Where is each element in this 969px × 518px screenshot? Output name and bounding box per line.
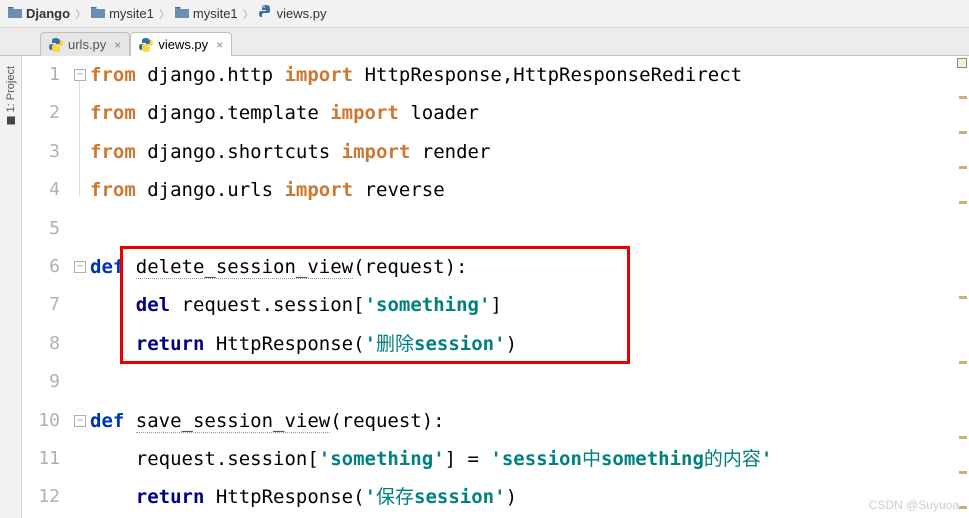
code-line[interactable]: def save_session_view(request): [90,402,969,440]
line-number: 12 [22,478,60,516]
warning-stripe[interactable] [959,131,967,134]
line-number: 3 [22,133,60,171]
line-number: 5 [22,210,60,248]
code-editor[interactable]: 123456789101112 −−− from django.http imp… [22,56,969,518]
code-line[interactable] [90,210,969,248]
line-number: 11 [22,440,60,478]
code-line[interactable]: return HttpResponse('删除session') [90,325,969,363]
warning-stripe[interactable] [959,201,967,204]
fold-toggle-icon[interactable]: − [74,415,86,427]
watermark-text: CSDN @Suyuoa [869,498,959,512]
folder-icon [91,6,105,21]
code-line[interactable]: from django.http import HttpResponse,Htt… [90,56,969,94]
breadcrumb-item[interactable]: mysite1 [91,6,154,21]
breadcrumb-label: mysite1 [193,6,238,21]
editor-tab[interactable]: urls.py × [40,32,130,56]
python-file-icon [139,38,153,52]
fold-toggle-icon[interactable]: − [74,261,86,273]
editor-tabbar: urls.py × views.py × [0,28,969,56]
project-tool-window-button[interactable]: 1: Project [0,56,22,518]
warning-stripe[interactable] [959,96,967,99]
code-line[interactable]: from django.urls import reverse [90,171,969,209]
code-line[interactable] [90,363,969,401]
analysis-indicator-icon[interactable] [957,58,967,68]
warning-stripe[interactable] [959,471,967,474]
python-file-icon [49,38,63,52]
warning-stripe[interactable] [959,436,967,439]
line-number: 10 [22,402,60,440]
line-number-gutter: 123456789101112 [22,56,72,518]
tab-label: urls.py [68,37,106,52]
warning-stripe[interactable] [959,361,967,364]
code-line[interactable]: return HttpResponse('保存session') [90,478,969,516]
line-number: 9 [22,363,60,401]
project-icon [7,116,15,124]
line-number: 8 [22,325,60,363]
breadcrumb-label: views.py [277,6,327,21]
close-icon[interactable]: × [216,38,223,52]
breadcrumb-label: Django [26,6,70,21]
folder-icon [8,6,22,21]
code-line[interactable]: from django.shortcuts import render [90,133,969,171]
chevron-right-icon: 〉 [159,6,170,22]
code-line[interactable]: del request.session['something'] [90,286,969,324]
breadcrumb-item[interactable]: Django [8,6,70,21]
line-number: 7 [22,286,60,324]
code-line[interactable]: from django.template import loader [90,94,969,132]
line-number: 2 [22,94,60,132]
breadcrumb: Django 〉 mysite1 〉 mysite1 〉 views.py [0,0,969,28]
python-file-icon [259,5,273,22]
project-tool-label: 1: Project [5,66,17,112]
chevron-right-icon: 〉 [75,6,86,22]
code-line[interactable]: request.session['something'] = 'session中… [90,440,969,478]
folder-icon [175,6,189,21]
warning-stripe[interactable] [959,296,967,299]
editor-tab[interactable]: views.py × [130,32,232,56]
right-marker-strip[interactable] [957,56,969,518]
line-number: 1 [22,56,60,94]
close-icon[interactable]: × [114,38,121,52]
chevron-right-icon: 〉 [243,6,254,22]
fold-toggle-icon[interactable]: − [74,69,86,81]
line-number: 6 [22,248,60,286]
code-line[interactable]: def delete_session_view(request): [90,248,969,286]
code-area[interactable]: from django.http import HttpResponse,Htt… [90,56,969,518]
line-number: 4 [22,171,60,209]
warning-stripe[interactable] [959,166,967,169]
breadcrumb-item[interactable]: mysite1 [175,6,238,21]
breadcrumb-item[interactable]: views.py [259,5,327,22]
warning-stripe[interactable] [959,506,967,509]
breadcrumb-label: mysite1 [109,6,154,21]
fold-column[interactable]: − − − [72,56,90,518]
tab-label: views.py [158,37,208,52]
